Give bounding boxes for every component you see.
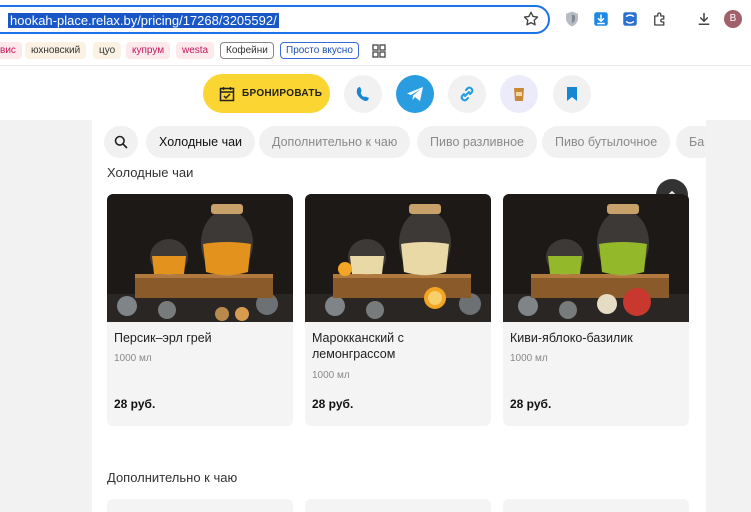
page-body: БРОНИРОВАТЬ Холодные чаи Дополнительно к… (0, 66, 751, 512)
search-icon (114, 135, 128, 149)
phone-icon (356, 87, 369, 102)
downloads-icon[interactable] (695, 10, 713, 28)
bookmark-icon (567, 87, 577, 101)
bookmark-item[interactable]: купрум (126, 42, 171, 59)
drink-fill (548, 256, 582, 274)
product-price: 28 руб. (114, 397, 156, 411)
product-volume: 1000 мл (312, 370, 350, 381)
coffee-icon (514, 88, 524, 101)
book-button[interactable]: БРОНИРОВАТЬ (203, 74, 330, 113)
browser-toolbar: hookah-place.relax.by/pricing/17268/3205… (0, 0, 751, 38)
action-bar: БРОНИРОВАТЬ (0, 66, 751, 120)
category-tabs: Холодные чаи Дополнительно к чаю Пиво ра… (92, 126, 706, 160)
drink-fill (203, 242, 251, 275)
bookmark-item[interactable]: цуо (93, 42, 122, 59)
calendar-icon (219, 87, 235, 102)
bookmark-item[interactable]: юхновский (25, 42, 87, 59)
shield-extension-icon[interactable] (563, 10, 581, 28)
bookmark-button[interactable] (553, 75, 591, 113)
product-volume: 1000 мл (510, 353, 548, 364)
product-card[interactable]: Киви-яблоко-базилик 1000 мл 28 руб. (503, 194, 689, 426)
section-title: Дополнительно к чаю (107, 470, 238, 485)
link-button[interactable] (448, 75, 486, 113)
product-price: 28 руб. (312, 397, 354, 411)
product-name: Киви-яблоко-базилик (510, 331, 633, 345)
drink-fill (152, 256, 186, 274)
bookmark-item[interactable]: вис (0, 42, 22, 59)
section-title: Холодные чаи (107, 165, 194, 180)
bookmark-item[interactable]: westa (176, 42, 215, 59)
coffee-button[interactable] (500, 75, 538, 113)
link-icon (460, 86, 474, 102)
bookmarks-bar: вис юхновский цуо купрум westa Кофейни П… (0, 38, 751, 66)
profile-avatar[interactable]: B (724, 10, 742, 28)
telegram-icon (407, 87, 423, 101)
apps-grid-icon[interactable] (372, 44, 386, 58)
tab-more[interactable]: Ба (676, 126, 706, 158)
drink-fill (350, 256, 384, 274)
product-card-partial[interactable] (107, 499, 293, 512)
search-button[interactable] (104, 126, 138, 158)
product-card[interactable]: Марокканский с лемонграссом 1000 мл 28 р… (305, 194, 491, 426)
product-card[interactable]: Персик–эрл грей 1000 мл 28 руб. (107, 194, 293, 426)
product-photo (503, 194, 689, 322)
product-card-partial[interactable] (305, 499, 491, 512)
download-extension-icon[interactable] (592, 10, 610, 28)
tab-bottled-beer[interactable]: Пиво бутылочное (542, 126, 671, 158)
menu-content: Холодные чаи Дополнительно к чаю Пиво ра… (92, 120, 706, 512)
tab-cold-teas[interactable]: Холодные чаи (146, 126, 256, 158)
bookmark-item[interactable]: Просто вкусно (280, 42, 359, 59)
puzzle-icon[interactable] (651, 10, 669, 28)
product-price: 28 руб. (510, 397, 552, 411)
bookmark-item[interactable]: Кофейни (220, 42, 274, 59)
url-text[interactable]: hookah-place.relax.by/pricing/17268/3205… (8, 13, 279, 28)
star-icon[interactable] (522, 10, 540, 28)
drink-fill (599, 242, 647, 275)
tab-draft-beer[interactable]: Пиво разливное (417, 126, 537, 158)
product-volume: 1000 мл (114, 353, 152, 364)
sync-extension-icon[interactable] (621, 10, 639, 28)
book-button-label: БРОНИРОВАТЬ (242, 88, 323, 99)
product-photo (107, 194, 293, 322)
drink-fill (401, 242, 449, 275)
telegram-button[interactable] (396, 75, 434, 113)
phone-button[interactable] (344, 75, 382, 113)
product-card-partial[interactable] (503, 499, 689, 512)
product-photo (305, 194, 491, 322)
product-name: Персик–эрл грей (114, 331, 212, 345)
product-name: Марокканский с лемонграссом (312, 331, 404, 361)
tab-tea-extras[interactable]: Дополнительно к чаю (259, 126, 411, 158)
